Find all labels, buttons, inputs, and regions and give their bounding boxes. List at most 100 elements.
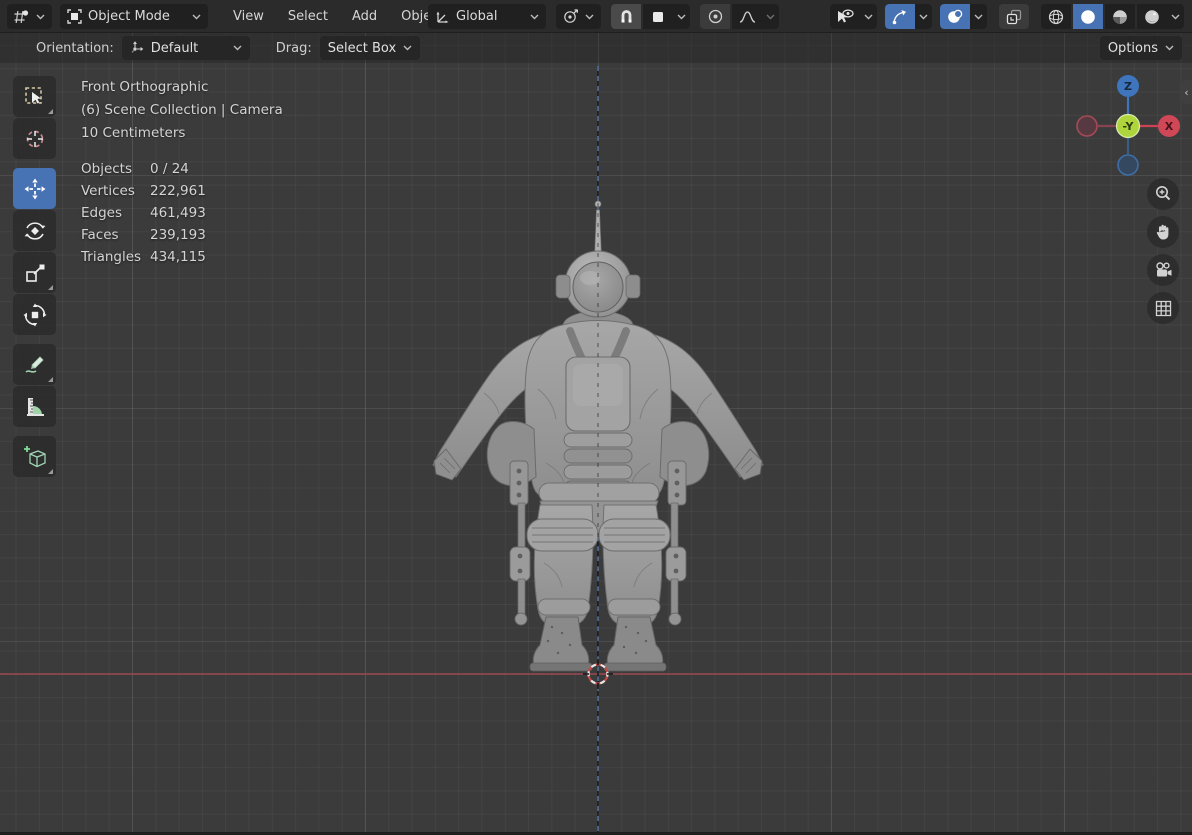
options-dropdown[interactable]: Options — [1099, 36, 1182, 60]
toolbar — [13, 76, 56, 486]
xray-toggle-icon — [1006, 9, 1022, 25]
overlays-group — [940, 4, 987, 29]
shading-rendered-icon — [1144, 9, 1160, 25]
tool-rotate[interactable] — [13, 210, 56, 251]
snap-dropdown-chevron[interactable] — [673, 4, 690, 29]
pivot-point-dropdown[interactable] — [556, 4, 601, 29]
ortho-toggle-button[interactable] — [1147, 292, 1179, 324]
tool-measure[interactable] — [13, 386, 56, 427]
shading-solid-button[interactable] — [1073, 4, 1103, 29]
cursor-3d — [583, 659, 613, 689]
shading-material-button[interactable] — [1105, 4, 1135, 29]
gizmo-axis-z-neg[interactable] — [1117, 154, 1139, 176]
annotate-pen-icon — [23, 353, 47, 377]
svg-text:-Y: -Y — [1123, 120, 1135, 133]
shading-rendered-button[interactable] — [1137, 4, 1167, 29]
gizmos-dropdown-chevron[interactable] — [915, 4, 932, 29]
shading-wireframe-button[interactable] — [1041, 4, 1071, 29]
transform-orientation-icon — [435, 10, 450, 24]
tool-scale[interactable] — [13, 252, 56, 293]
gizmo-axis-z[interactable]: Z — [1117, 75, 1139, 97]
proportional-editing-button[interactable] — [700, 4, 730, 29]
snap-magnet-icon — [619, 9, 634, 24]
tool-annotate[interactable] — [13, 344, 56, 385]
drag-value-dropdown[interactable]: Select Box — [319, 36, 421, 60]
orientation-label: Orientation: — [36, 40, 114, 56]
falloff-button[interactable] — [732, 4, 762, 29]
tool-transform[interactable] — [13, 294, 56, 335]
viewport-header: Object Mode View Select Add Object Globa… — [0, 0, 1192, 33]
stat-label: Triangles — [81, 249, 142, 265]
editor-type-3d-viewport-icon — [14, 9, 30, 24]
shading-wireframe-icon — [1048, 9, 1064, 25]
mode-dropdown[interactable]: Object Mode — [60, 4, 208, 29]
falloff-curve-icon — [739, 10, 756, 23]
tool-cursor[interactable] — [13, 118, 56, 159]
editor-type-button[interactable] — [7, 4, 52, 29]
chevron-down-icon — [36, 14, 45, 20]
snap-group — [611, 4, 690, 29]
orientation-default-icon — [130, 41, 144, 55]
overlays-dropdown-chevron[interactable] — [970, 4, 987, 29]
options-label: Options — [1107, 40, 1158, 56]
cursor-tool-icon — [23, 127, 47, 151]
stat-label: Vertices — [81, 183, 135, 199]
camera-view-button[interactable] — [1147, 254, 1179, 286]
tool-select-box[interactable] — [13, 76, 56, 117]
gizmos-toggle-icon — [892, 9, 908, 25]
gizmo-axis-x[interactable]: X — [1158, 115, 1180, 137]
stat-value: 239,193 — [150, 227, 206, 243]
gizmo-axis-y[interactable]: -Y — [1115, 113, 1141, 139]
gizmo-axis-x-neg[interactable] — [1076, 115, 1098, 137]
stat-value: 434,115 — [150, 249, 206, 265]
orientation-value-dropdown[interactable]: Default — [121, 36, 250, 60]
ortho-grid-icon — [1155, 300, 1172, 317]
snap-toggle-button[interactable] — [611, 4, 641, 29]
show-object-types-button[interactable] — [830, 4, 860, 29]
viewport-nav-buttons — [1147, 178, 1179, 324]
add-cube-icon — [22, 444, 48, 470]
measure-icon — [23, 395, 47, 419]
snap-with-button[interactable] — [643, 4, 673, 29]
menu-add[interactable]: Add — [341, 5, 388, 28]
orientation-value: Default — [150, 40, 199, 56]
shading-material-icon — [1112, 9, 1128, 25]
drag-value: Select Box — [327, 40, 397, 56]
proportional-editing-icon — [708, 9, 723, 24]
transform-orientation-dropdown[interactable]: Global — [428, 4, 546, 29]
shading-dropdown-chevron[interactable] — [1167, 4, 1184, 29]
snap-target-icon — [652, 11, 664, 23]
gizmos-toggle-button[interactable] — [885, 4, 915, 29]
tool-add-cube[interactable] — [13, 436, 56, 477]
visibility-group — [830, 4, 877, 29]
navigation-gizmo[interactable]: Z X -Y — [1071, 69, 1187, 185]
sidebar-toggle-tab[interactable]: ‹ — [1181, 80, 1192, 104]
overlays-toggle-icon — [947, 9, 963, 25]
show-object-types-icon — [836, 9, 854, 24]
astronaut-model[interactable] — [432, 200, 764, 672]
chevron-down-icon — [192, 14, 201, 20]
chevron-down-icon — [1165, 45, 1174, 51]
pan-button[interactable] — [1147, 216, 1179, 248]
tool-move[interactable] — [13, 168, 56, 209]
stat-value: 461,493 — [150, 205, 206, 221]
visibility-dropdown-chevron[interactable] — [860, 4, 877, 29]
pivot-point-icon — [563, 9, 579, 24]
transform-tool-icon — [23, 303, 47, 327]
gizmos-group — [885, 4, 932, 29]
zoom-button[interactable] — [1147, 178, 1179, 210]
chevron-down-icon — [403, 45, 412, 51]
context-text: (6) Scene Collection | Camera — [81, 102, 283, 118]
chevron-down-icon — [585, 14, 594, 20]
grid-scale-text: 10 Centimeters — [81, 125, 186, 141]
svg-text:X: X — [1165, 120, 1174, 133]
menu-view[interactable]: View — [222, 5, 275, 28]
svg-text:Z: Z — [1124, 80, 1132, 93]
xray-toggle-button[interactable] — [999, 4, 1029, 29]
overlays-toggle-button[interactable] — [940, 4, 970, 29]
orientation-dropdown-label: Global — [456, 9, 498, 24]
select-box-icon — [23, 85, 47, 109]
mode-dropdown-label: Object Mode — [88, 9, 170, 24]
menu-select[interactable]: Select — [277, 5, 339, 28]
falloff-dropdown-chevron[interactable] — [762, 4, 779, 29]
